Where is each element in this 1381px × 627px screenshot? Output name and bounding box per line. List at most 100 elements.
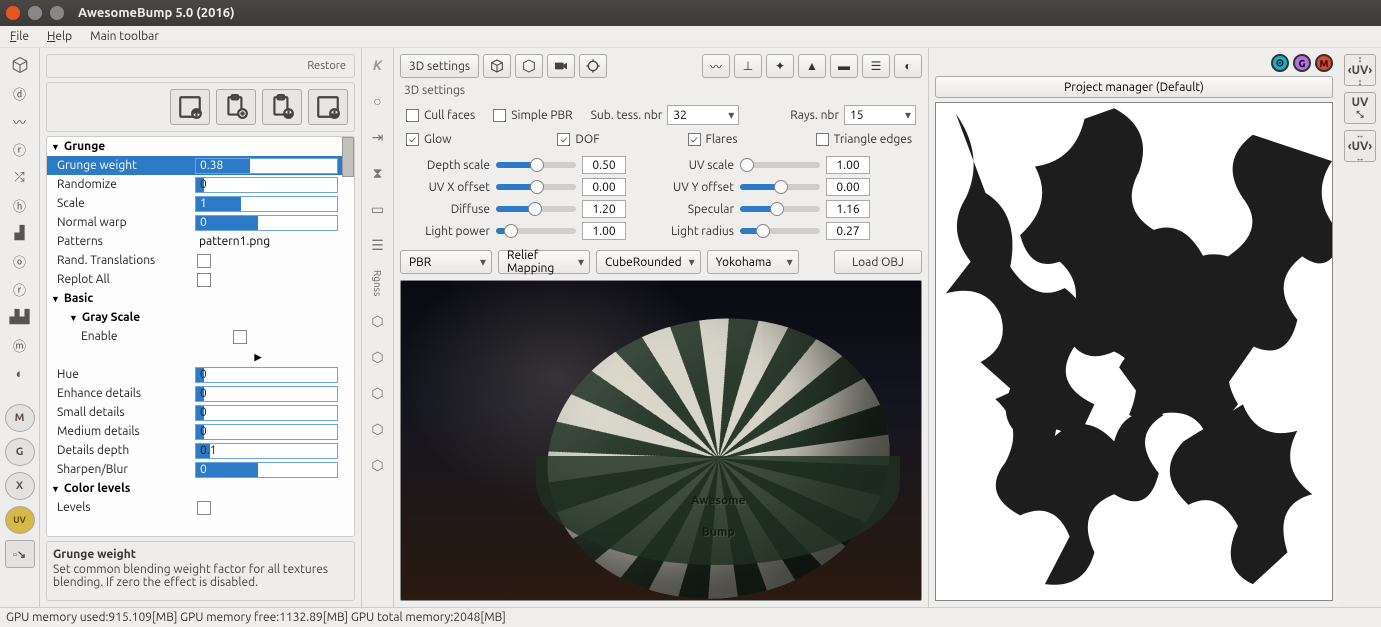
specular-slider[interactable] <box>740 206 820 212</box>
mid-icon-6[interactable]: ⬡ <box>367 310 389 332</box>
menu-help[interactable]: Help <box>47 30 72 43</box>
cube-select[interactable]: CubeRounded <box>596 250 701 274</box>
row-grunge-weight[interactable]: Grunge weight 0.38 <box>47 156 354 175</box>
restore-button[interactable]: Restore <box>307 60 346 72</box>
circle-icon[interactable]: ◐ <box>6 362 34 384</box>
group-basic[interactable]: Basic <box>47 289 354 308</box>
group-components[interactable]: Components <box>47 346 355 365</box>
sub-tess-select[interactable]: 32 <box>667 105 739 125</box>
r2-icon[interactable]: ⓡ <box>6 278 34 300</box>
rays-select[interactable]: 15 <box>844 105 916 125</box>
load-obj-button[interactable]: Load OBJ <box>834 250 922 274</box>
simple-pbr-checkbox[interactable] <box>493 109 506 122</box>
minimize-icon[interactable] <box>28 6 42 20</box>
m-icon[interactable]: ⓜ <box>6 334 34 356</box>
row-levels[interactable]: Levels <box>47 498 354 517</box>
light-power-value[interactable]: 1.00 <box>582 222 626 240</box>
stairs2-icon[interactable]: ▟▟ <box>6 306 34 328</box>
uv-box-button[interactable]: UV <box>5 506 35 534</box>
channel-g-button[interactable]: G <box>1293 54 1311 72</box>
g-box-button[interactable]: G <box>5 438 35 466</box>
wireframe-button[interactable] <box>515 54 543 78</box>
mid-icon-7[interactable]: ⬡ <box>367 346 389 368</box>
mid-icon-3[interactable]: ⧗ <box>367 162 389 184</box>
o-icon[interactable]: ⓞ <box>6 250 34 272</box>
row-hue[interactable]: Hue0 <box>47 365 354 384</box>
k-button[interactable]: K <box>367 54 389 76</box>
target-button[interactable] <box>579 54 607 78</box>
row-medium-details[interactable]: Medium details0 <box>47 422 354 441</box>
light-radius-slider[interactable] <box>740 228 820 234</box>
m-box-button[interactable]: M <box>5 404 35 432</box>
light-radius-value[interactable]: 0.27 <box>826 222 870 240</box>
cube-button[interactable] <box>483 54 511 78</box>
depth-scale-value[interactable]: 0.50 <box>582 156 626 174</box>
stairs-icon[interactable]: ▟ <box>6 222 34 244</box>
row-normal-warp[interactable]: Normal warp 0 <box>47 213 354 232</box>
3d-settings-button[interactable]: 3D settings <box>400 54 479 78</box>
row-patterns[interactable]: Patterns pattern1.png <box>47 232 354 251</box>
flares-checkbox[interactable] <box>688 133 701 146</box>
tool-5[interactable]: ▬ <box>830 54 858 78</box>
row-rand-translations[interactable]: Rand. Translations <box>47 251 354 270</box>
row-enhance-details[interactable]: Enhance details0 <box>47 384 354 403</box>
uvx-offset-value[interactable]: 0.00 <box>582 178 626 196</box>
clipboard-plus-icon[interactable] <box>216 89 256 125</box>
dof-checkbox[interactable] <box>557 133 570 146</box>
save-down-icon[interactable] <box>308 89 348 125</box>
uv-scale-value[interactable]: 1.00 <box>826 156 870 174</box>
rand-translations-checkbox[interactable] <box>197 254 211 268</box>
menu-main-toolbar[interactable]: Main toolbar <box>90 30 159 43</box>
group-grayscale[interactable]: Gray Scale <box>47 308 354 327</box>
row-sharpen-blur[interactable]: Sharpen/Blur0 <box>47 460 354 479</box>
group-grunge[interactable]: Grunge <box>47 137 354 156</box>
save-up-icon[interactable] <box>170 89 210 125</box>
menu-file[interactable]: File <box>10 30 29 43</box>
cull-faces-checkbox[interactable] <box>406 109 419 122</box>
enable-checkbox[interactable] <box>233 330 247 344</box>
specular-value[interactable]: 1.16 <box>826 200 870 218</box>
relief-select[interactable]: Relief Mapping <box>498 250 590 274</box>
tool-4[interactable]: ▲ <box>798 54 826 78</box>
row-scale[interactable]: Scale 1 <box>47 194 354 213</box>
shuffle-icon[interactable]: ⤮ <box>6 166 34 188</box>
maximize-icon[interactable] <box>50 6 64 20</box>
triangle-edges-checkbox[interactable] <box>816 133 829 146</box>
glow-checkbox[interactable] <box>406 133 419 146</box>
uvy-offset-slider[interactable] <box>740 184 820 190</box>
mid-icon-5[interactable]: ☰ <box>367 234 389 256</box>
row-enable[interactable]: Enable <box>47 327 354 346</box>
tool-6[interactable]: ☰ <box>862 54 890 78</box>
replot-all-checkbox[interactable] <box>197 273 211 287</box>
tool-2[interactable]: ⊥ <box>734 54 762 78</box>
texture-viewport[interactable] <box>935 102 1333 601</box>
cube-icon[interactable] <box>6 54 34 76</box>
uv-button-3[interactable]: ↔‹UV›↔ <box>1344 130 1376 162</box>
uv-scale-slider[interactable] <box>740 162 820 168</box>
camera-button[interactable] <box>547 54 575 78</box>
diffuse-value[interactable]: 1.20 <box>582 200 626 218</box>
channel-c-button[interactable]: ⊙ <box>1271 54 1289 72</box>
close-icon[interactable] <box>6 6 20 20</box>
light-power-slider[interactable] <box>496 228 576 234</box>
diffuse-slider[interactable] <box>496 206 576 212</box>
h-icon[interactable]: ⓗ <box>6 194 34 216</box>
mid-icon-4[interactable]: ▭ <box>367 198 389 220</box>
box-button[interactable]: ▫↘ <box>5 540 35 568</box>
scrollbar-handle[interactable] <box>342 137 354 177</box>
depth-scale-slider[interactable] <box>496 162 576 168</box>
row-details-depth[interactable]: Details depth0.1 <box>47 441 354 460</box>
wave-icon[interactable]: 〰 <box>6 110 34 132</box>
group-color-levels[interactable]: Color levels <box>47 479 354 498</box>
uvy-offset-value[interactable]: 0.00 <box>826 178 870 196</box>
mid-icon-2[interactable]: ⇥ <box>367 126 389 148</box>
clipboard-down-icon[interactable] <box>262 89 302 125</box>
pbr-select[interactable]: PBR <box>400 250 492 274</box>
r-icon[interactable]: ⓡ <box>6 138 34 160</box>
property-list[interactable]: Grunge Grunge weight 0.38 Randomize 0 Sc… <box>46 136 355 537</box>
uv-button-2[interactable]: UV⤡ <box>1344 92 1376 124</box>
channel-m-button[interactable]: M <box>1315 54 1333 72</box>
levels-checkbox[interactable] <box>197 501 211 515</box>
mid-icon-10[interactable]: ⬡ <box>367 454 389 476</box>
tool-3[interactable]: ✦ <box>766 54 794 78</box>
